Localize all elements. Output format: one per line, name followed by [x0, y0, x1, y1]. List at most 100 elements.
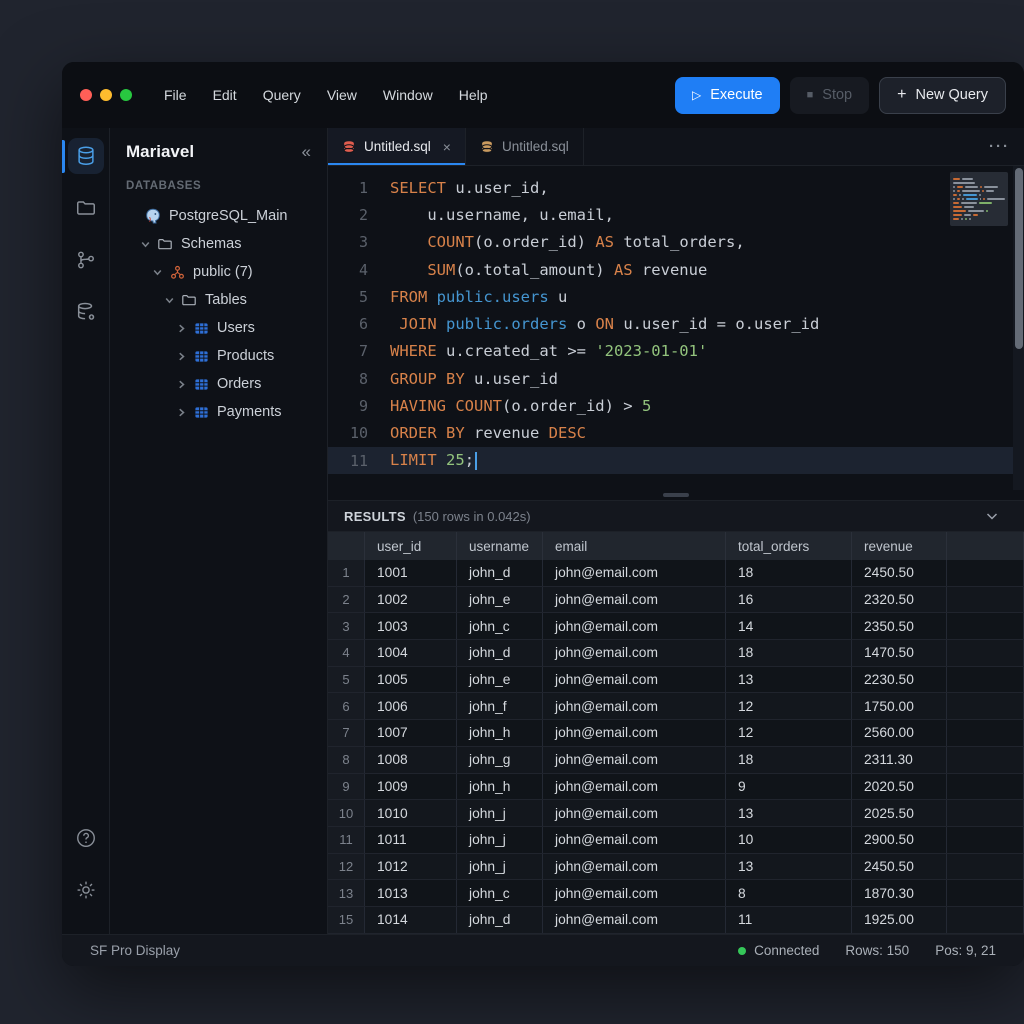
column-header-username[interactable]: username: [457, 532, 543, 560]
tree-item-public-7-[interactable]: public (7): [126, 258, 317, 286]
table-cell[interactable]: john@email.com: [543, 827, 726, 853]
table-cell[interactable]: john@email.com: [543, 693, 726, 719]
table-cell[interactable]: 1003: [365, 613, 457, 639]
tab-overflow-menu-icon[interactable]: ···: [989, 138, 1010, 155]
table-row[interactable]: 11001john_djohn@email.com182450.50: [328, 560, 1024, 587]
editor-scrollbar-track[interactable]: [1013, 166, 1024, 490]
zoom-window-button[interactable]: [120, 89, 132, 101]
splitter-drag-handle[interactable]: [663, 493, 689, 497]
table-cell[interactable]: john@email.com: [543, 587, 726, 613]
tree-item-schemas[interactable]: Schemas: [126, 230, 317, 258]
table-cell[interactable]: 1008: [365, 747, 457, 773]
table-cell[interactable]: john@email.com: [543, 774, 726, 800]
table-cell[interactable]: john_j: [457, 800, 543, 826]
execute-button[interactable]: ▷ Execute: [675, 77, 780, 114]
table-cell[interactable]: 1470.50: [852, 640, 947, 666]
menu-help[interactable]: Help: [449, 81, 498, 109]
table-cell[interactable]: 16: [726, 587, 852, 613]
table-cell[interactable]: john_d: [457, 640, 543, 666]
table-cell[interactable]: 1010: [365, 800, 457, 826]
table-cell[interactable]: 2450.50: [852, 854, 947, 880]
column-header-rownum[interactable]: [328, 532, 365, 560]
minimize-window-button[interactable]: [100, 89, 112, 101]
table-cell[interactable]: 11: [726, 907, 852, 933]
collapse-results-icon[interactable]: [984, 508, 1000, 524]
table-cell[interactable]: john_j: [457, 854, 543, 880]
table-cell[interactable]: 12: [726, 720, 852, 746]
table-cell[interactable]: 1007: [365, 720, 457, 746]
table-cell[interactable]: 1002: [365, 587, 457, 613]
tree-item-payments[interactable]: Payments: [126, 398, 317, 426]
column-header-email[interactable]: email: [543, 532, 726, 560]
menu-file[interactable]: File: [154, 81, 197, 109]
table-cell[interactable]: 1012: [365, 854, 457, 880]
table-cell[interactable]: john@email.com: [543, 854, 726, 880]
table-cell[interactable]: 2560.00: [852, 720, 947, 746]
table-cell[interactable]: 14: [726, 613, 852, 639]
collapse-sidebar-icon[interactable]: «: [302, 142, 311, 162]
sql-editor[interactable]: 1SELECT u.user_id,2 u.username, u.email,…: [328, 166, 1024, 490]
table-cell[interactable]: john_h: [457, 720, 543, 746]
menu-window[interactable]: Window: [373, 81, 443, 109]
tree-item-orders[interactable]: Orders: [126, 370, 317, 398]
table-row[interactable]: 31003john_cjohn@email.com142350.50: [328, 613, 1024, 640]
table-cell[interactable]: john@email.com: [543, 800, 726, 826]
table-cell[interactable]: 18: [726, 747, 852, 773]
table-row[interactable]: 41004john_djohn@email.com181470.50: [328, 640, 1024, 667]
files-rail-icon[interactable]: [68, 190, 104, 226]
column-header-revenue[interactable]: revenue: [852, 532, 947, 560]
table-cell[interactable]: 18: [726, 640, 852, 666]
table-row[interactable]: 131013john_cjohn@email.com81870.30: [328, 880, 1024, 907]
table-cell[interactable]: john_e: [457, 587, 543, 613]
table-cell[interactable]: 1005: [365, 667, 457, 693]
table-cell[interactable]: 18: [726, 560, 852, 586]
close-tab-icon[interactable]: ×: [443, 139, 451, 155]
table-cell[interactable]: 1006: [365, 693, 457, 719]
table-cell[interactable]: john_c: [457, 880, 543, 906]
help-rail-icon[interactable]: [68, 820, 104, 856]
table-cell[interactable]: 1011: [365, 827, 457, 853]
menu-query[interactable]: Query: [253, 81, 311, 109]
table-cell[interactable]: john_j: [457, 827, 543, 853]
table-cell[interactable]: john@email.com: [543, 720, 726, 746]
table-cell[interactable]: john_g: [457, 747, 543, 773]
table-cell[interactable]: 2230.50: [852, 667, 947, 693]
table-row[interactable]: 51005john_ejohn@email.com132230.50: [328, 667, 1024, 694]
table-cell[interactable]: 2450.50: [852, 560, 947, 586]
table-row[interactable]: 81008john_gjohn@email.com182311.30: [328, 747, 1024, 774]
branches-rail-icon[interactable]: [68, 242, 104, 278]
table-cell[interactable]: 13: [726, 854, 852, 880]
table-cell[interactable]: john_h: [457, 774, 543, 800]
table-cell[interactable]: 2025.50: [852, 800, 947, 826]
stop-button[interactable]: ■ Stop: [790, 77, 870, 114]
table-cell[interactable]: 12: [726, 693, 852, 719]
tab-untitled-sql-1[interactable]: Untitled.sql ×: [328, 128, 466, 165]
table-cell[interactable]: 13: [726, 667, 852, 693]
table-cell[interactable]: 2350.50: [852, 613, 947, 639]
table-cell[interactable]: 10: [726, 827, 852, 853]
tree-item-postgresql-main[interactable]: PostgreSQL_Main: [126, 202, 317, 230]
table-row[interactable]: 61006john_fjohn@email.com121750.00: [328, 693, 1024, 720]
table-cell[interactable]: 1013: [365, 880, 457, 906]
minimap[interactable]: [950, 172, 1008, 226]
menu-view[interactable]: View: [317, 81, 367, 109]
export-rail-icon[interactable]: [68, 294, 104, 330]
table-cell[interactable]: 2311.30: [852, 747, 947, 773]
table-row[interactable]: 151014john_djohn@email.com111925.00: [328, 907, 1024, 934]
databases-rail-icon[interactable]: [68, 138, 104, 174]
column-header-total_orders[interactable]: total_orders: [726, 532, 852, 560]
table-row[interactable]: 101010john_jjohn@email.com132025.50: [328, 800, 1024, 827]
table-cell[interactable]: john@email.com: [543, 667, 726, 693]
table-cell[interactable]: 1925.00: [852, 907, 947, 933]
table-cell[interactable]: 2020.50: [852, 774, 947, 800]
table-cell[interactable]: 1004: [365, 640, 457, 666]
table-cell[interactable]: john_e: [457, 667, 543, 693]
table-cell[interactable]: 1014: [365, 907, 457, 933]
table-row[interactable]: 91009john_hjohn@email.com92020.50: [328, 774, 1024, 801]
close-window-button[interactable]: [80, 89, 92, 101]
tree-item-tables[interactable]: Tables: [126, 286, 317, 314]
table-cell[interactable]: john@email.com: [543, 747, 726, 773]
new-query-button[interactable]: + New Query: [879, 77, 1006, 114]
table-cell[interactable]: john@email.com: [543, 907, 726, 933]
table-cell[interactable]: 1009: [365, 774, 457, 800]
